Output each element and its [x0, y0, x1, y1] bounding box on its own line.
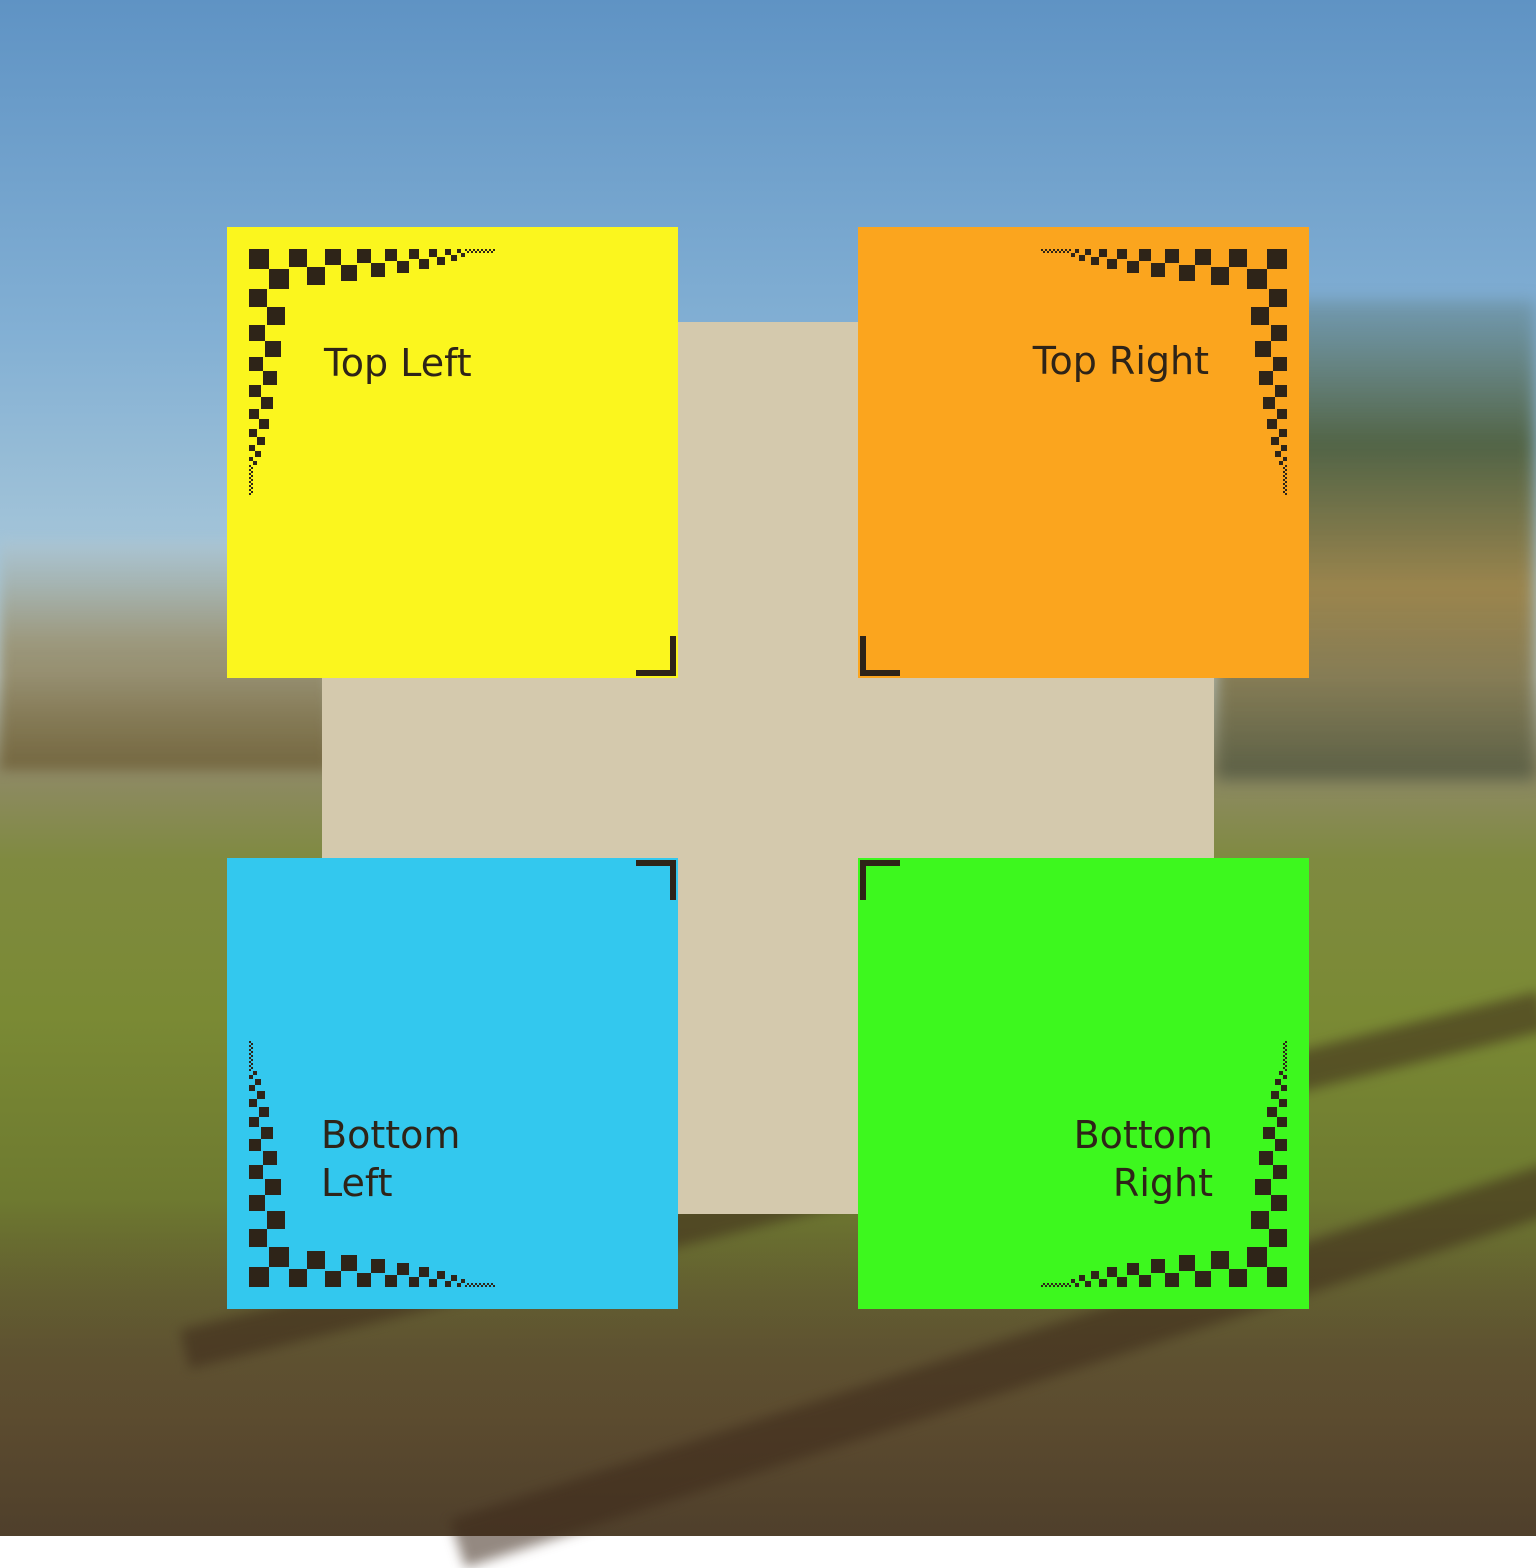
- checkered-corner-icon: [249, 249, 495, 495]
- checkered-corner-icon: [1041, 249, 1287, 495]
- note-label-line: Left: [321, 1161, 393, 1205]
- sticky-note-bottom-left[interactable]: Bottom Left: [227, 858, 678, 1309]
- sticky-note-top-left[interactable]: Top Left: [227, 227, 678, 678]
- note-label-line: Right: [1112, 1161, 1213, 1205]
- sticky-note-bottom-right[interactable]: Bottom Right: [858, 858, 1309, 1309]
- note-label-line: Bottom: [1073, 1113, 1213, 1157]
- note-label-line: Top Right: [1032, 339, 1209, 383]
- note-label: Bottom Left: [321, 1111, 460, 1207]
- resize-corner-icon[interactable]: [858, 858, 902, 902]
- resize-corner-icon[interactable]: [634, 634, 678, 678]
- sticky-note-top-right[interactable]: Top Right: [858, 227, 1309, 678]
- note-label-line: Top Left: [324, 341, 472, 385]
- note-label-line: Bottom: [321, 1113, 461, 1157]
- resize-corner-icon[interactable]: [858, 634, 902, 678]
- checkered-corner-icon: [1041, 1041, 1287, 1287]
- note-label: Bottom Right: [1074, 1111, 1213, 1207]
- resize-corner-icon[interactable]: [634, 858, 678, 902]
- checkered-corner-icon: [249, 1041, 495, 1287]
- note-label: Top Right: [1033, 337, 1209, 385]
- note-label: Top Left: [324, 339, 472, 387]
